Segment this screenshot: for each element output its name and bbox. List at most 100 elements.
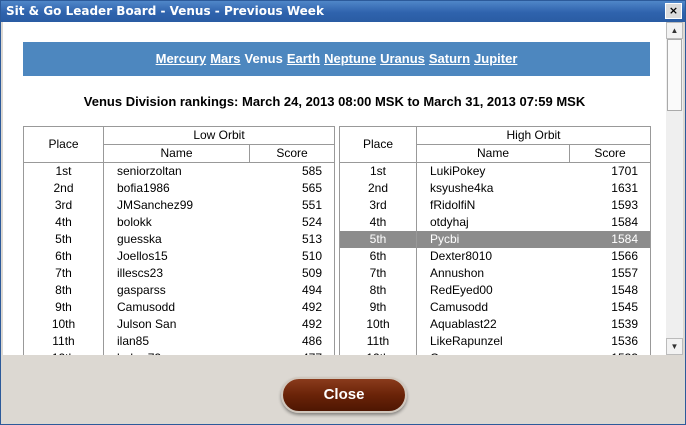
place-header: Place bbox=[23, 126, 104, 163]
player-name: Camusodd bbox=[117, 300, 176, 314]
player-score: 486 bbox=[249, 333, 336, 350]
table-row: 2nd bofia1986 565 bbox=[23, 180, 336, 197]
player-name: bolokk bbox=[117, 215, 152, 229]
rank-place: 7th bbox=[23, 265, 104, 282]
planet-link-mercury[interactable]: Mercury bbox=[156, 42, 207, 76]
player-name: Crazy... bbox=[417, 350, 570, 355]
rank-place: 10th bbox=[339, 316, 417, 333]
rank-place: 8th bbox=[339, 282, 417, 299]
player-score: 1533 bbox=[569, 350, 651, 355]
player-name: bober72 bbox=[104, 350, 250, 355]
scroll-up-icon[interactable]: ▲ bbox=[666, 22, 683, 39]
player-score: 565 bbox=[249, 180, 336, 197]
window-title: Sit & Go Leader Board - Venus - Previous… bbox=[6, 4, 324, 18]
player-score: 1539 bbox=[569, 316, 651, 333]
scrollbar-thumb[interactable] bbox=[667, 39, 682, 111]
table-row: 12thbober72477 bbox=[23, 350, 336, 355]
score-header: Score bbox=[248, 144, 336, 163]
rank-place: 7th bbox=[339, 265, 417, 282]
rank-place: 8th bbox=[23, 282, 104, 299]
player-name: illescs23 bbox=[117, 266, 164, 280]
rank-place: 6th bbox=[23, 248, 104, 265]
title-bar[interactable]: Sit & Go Leader Board - Venus - Previous… bbox=[1, 1, 685, 22]
planet-link-venus: Venus bbox=[244, 51, 283, 66]
player-score: 492 bbox=[249, 299, 336, 316]
close-button[interactable]: Close bbox=[281, 377, 407, 413]
player-score: 1701 bbox=[569, 162, 651, 180]
low-orbit-header: Low Orbit bbox=[102, 126, 336, 145]
high-orbit-header: High Orbit bbox=[416, 126, 651, 145]
rank-place: 11th bbox=[339, 333, 417, 350]
low-orbit-table: Place Low Orbit Name Score 1st seniorzolt… bbox=[23, 126, 336, 355]
table-row: 6th Joellos15 510 bbox=[23, 248, 336, 265]
table-row: 12thCrazy...1533 bbox=[339, 350, 651, 355]
rank-place: 9th bbox=[23, 299, 104, 316]
planet-link-saturn[interactable]: Saturn bbox=[429, 42, 470, 76]
table-row: 11th LikeRapunzel 1536 bbox=[339, 333, 651, 350]
player-name: Joellos15 bbox=[117, 249, 168, 263]
rank-place: 2nd bbox=[339, 180, 417, 197]
table-row: 9th Camusodd 492 bbox=[23, 299, 336, 316]
player-score: 1584 bbox=[569, 231, 651, 248]
player-name: ilan85 bbox=[117, 334, 150, 348]
window-close-icon[interactable]: × bbox=[665, 3, 682, 19]
table-row: 4th bolokk 524 bbox=[23, 214, 336, 231]
planet-link-jupiter[interactable]: Jupiter bbox=[474, 42, 517, 76]
planet-nav: Mercury Mars Venus Earth Neptune Uranus Saturn… bbox=[23, 42, 650, 76]
player-score: 1557 bbox=[569, 265, 651, 282]
player-score: 585 bbox=[249, 162, 336, 180]
rank-place: 3rd bbox=[23, 197, 104, 214]
player-name: RedEyed00 bbox=[430, 283, 493, 297]
player-score: 1566 bbox=[569, 248, 651, 265]
table-row: 10th Julson San 492 bbox=[23, 316, 336, 333]
table-row: 2nd ksyushe4ka 1631 bbox=[339, 180, 651, 197]
table-row: 3rd JMSanchez99 551 bbox=[23, 197, 336, 214]
planet-link-uranus[interactable]: Uranus bbox=[380, 42, 425, 76]
rank-place: 9th bbox=[339, 299, 417, 316]
player-score: 1545 bbox=[569, 299, 651, 316]
player-score: 1536 bbox=[569, 333, 651, 350]
planet-link-earth[interactable]: Earth bbox=[287, 42, 320, 76]
rank-place: 1st bbox=[23, 162, 104, 180]
division-heading: Venus Division rankings: March 24, 2013 … bbox=[83, 94, 586, 109]
player-name: Pycbi bbox=[416, 231, 570, 248]
table-row: 4th otdyhaj 1584 bbox=[339, 214, 651, 231]
player-name: fRidolfiN bbox=[430, 198, 476, 212]
rank-place: 11th bbox=[23, 333, 104, 350]
player-score: 509 bbox=[249, 265, 336, 282]
table-row: 5th guesska 513 bbox=[23, 231, 336, 248]
player-name: Dexter8010 bbox=[430, 249, 493, 263]
player-name: LukiPokey bbox=[430, 164, 486, 178]
player-score: 1593 bbox=[569, 197, 651, 214]
table-row: 10th Aquablast22 1539 bbox=[339, 316, 651, 333]
rank-place: 4th bbox=[23, 214, 104, 231]
player-name: gasparss bbox=[117, 283, 166, 297]
player-score: 494 bbox=[249, 282, 336, 299]
player-name: guesska bbox=[117, 232, 162, 246]
leaderboard-window: Sit & Go Leader Board - Venus - Previous… bbox=[0, 0, 686, 425]
player-score: 524 bbox=[249, 214, 336, 231]
rank-place: 2nd bbox=[23, 180, 104, 197]
vertical-scrollbar[interactable]: ▲ ▼ bbox=[666, 22, 683, 355]
scroll-down-icon[interactable]: ▼ bbox=[666, 338, 683, 355]
rank-place: 4th bbox=[339, 214, 417, 231]
player-name: Aquablast22 bbox=[430, 317, 497, 331]
player-name: LikeRapunzel bbox=[430, 334, 503, 348]
rank-place: 6th bbox=[339, 248, 417, 265]
table-row: 8th RedEyed00 1548 bbox=[339, 282, 651, 299]
table-row: 7th illescs23 509 bbox=[23, 265, 336, 282]
player-score: 1631 bbox=[569, 180, 651, 197]
planet-link-mars[interactable]: Mars bbox=[210, 42, 240, 76]
table-row: 3rd fRidolfiN 1593 bbox=[339, 197, 651, 214]
planet-link-neptune[interactable]: Neptune bbox=[324, 42, 376, 76]
player-score: 1548 bbox=[569, 282, 651, 299]
player-name: bofia1986 bbox=[117, 181, 170, 195]
player-score: 477 bbox=[249, 350, 336, 355]
player-name: Camusodd bbox=[430, 300, 489, 314]
table-row: 1st LukiPokey 1701 bbox=[339, 162, 651, 180]
rank-place: 10th bbox=[23, 316, 104, 333]
table-row: 6th Dexter8010 1566 bbox=[339, 248, 651, 265]
player-name: seniorzoltan bbox=[117, 164, 182, 178]
name-header: Name bbox=[103, 144, 250, 163]
player-name: JMSanchez99 bbox=[117, 198, 194, 212]
